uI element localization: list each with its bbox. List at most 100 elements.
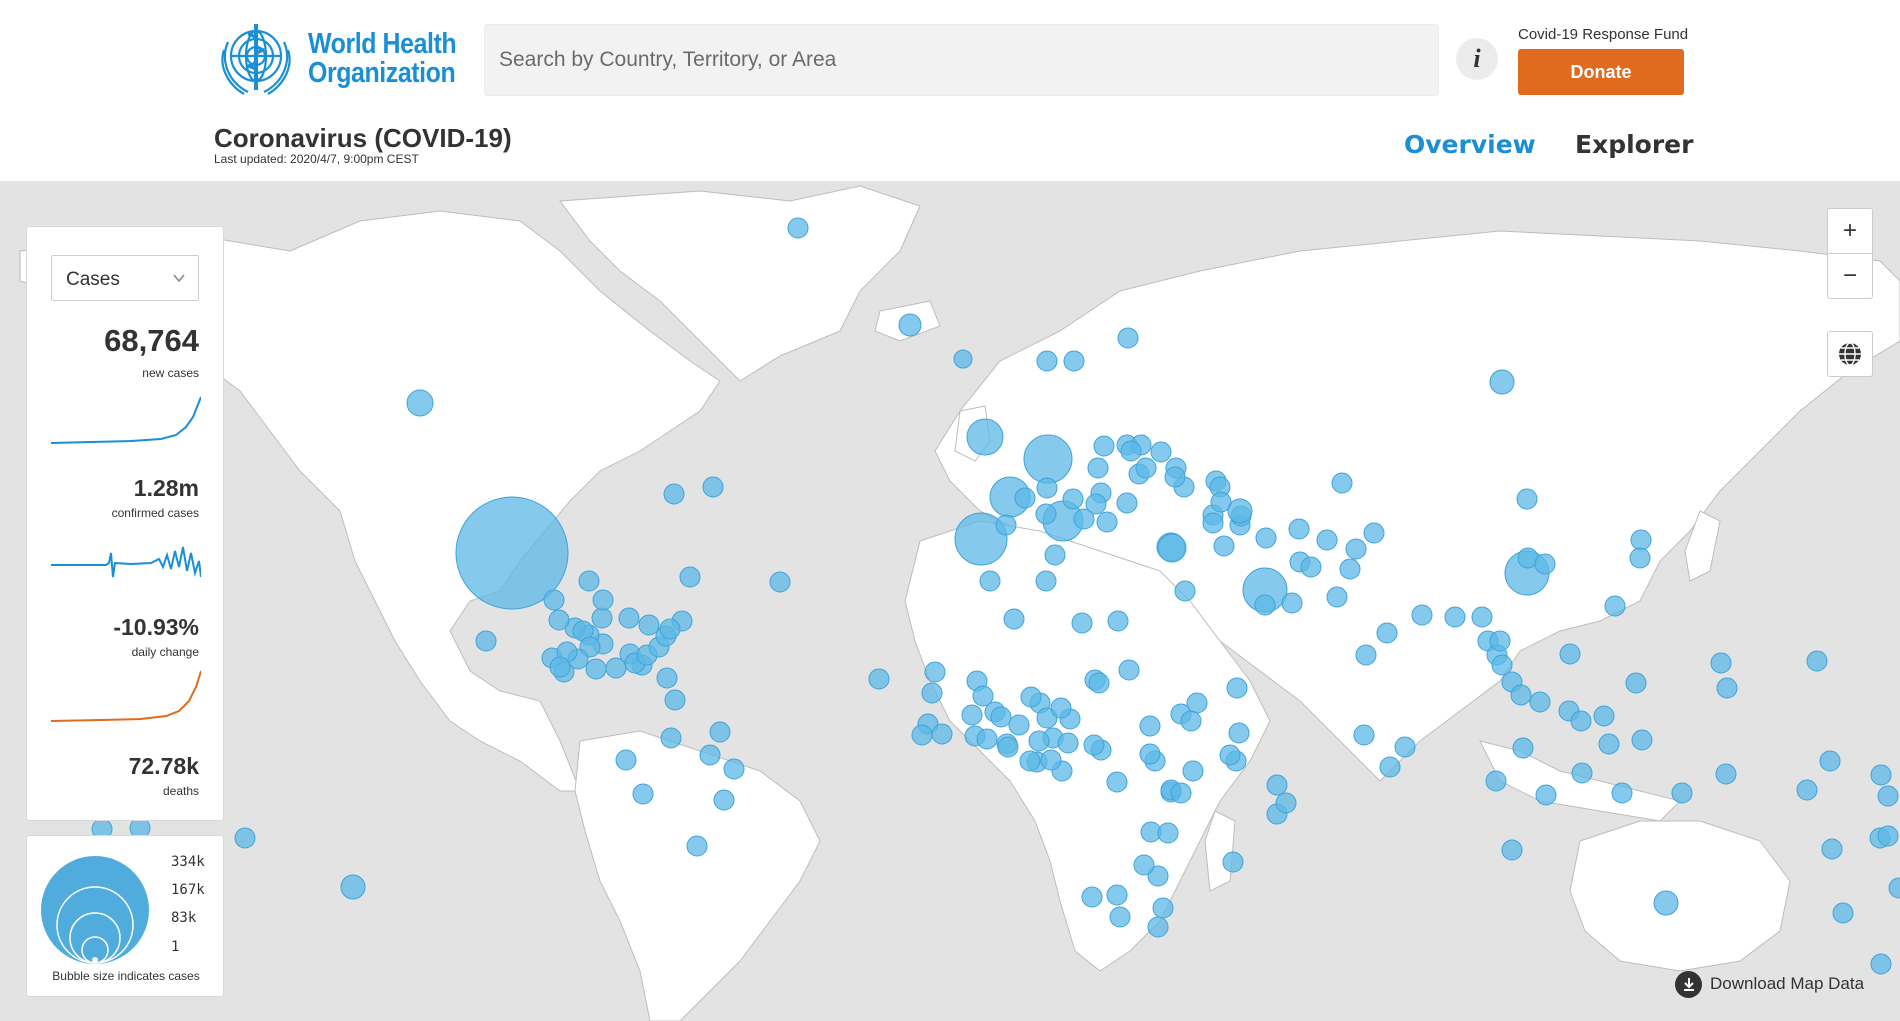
country-bubble[interactable] (1035, 503, 1057, 525)
country-bubble[interactable] (1186, 692, 1208, 714)
zoom-out-button[interactable]: − (1827, 253, 1873, 299)
country-bubble[interactable] (1529, 691, 1551, 713)
country-bubble[interactable] (1118, 659, 1140, 681)
country-bubble[interactable] (1180, 710, 1202, 732)
country-bubble[interactable] (1300, 556, 1322, 578)
info-button[interactable]: i (1456, 38, 1498, 80)
country-bubble[interactable] (1228, 722, 1250, 744)
country-bubble[interactable] (723, 758, 745, 780)
zoom-in-button[interactable]: + (1827, 208, 1873, 254)
country-bubble[interactable] (1170, 782, 1192, 804)
country-bubble[interactable] (686, 835, 708, 857)
country-bubble[interactable] (1019, 750, 1041, 772)
country-bubble[interactable] (1073, 508, 1095, 530)
country-bubble[interactable] (1570, 710, 1592, 732)
country-bubble[interactable] (1213, 535, 1235, 557)
country-bubble[interactable] (1036, 350, 1058, 372)
country-bubble[interactable] (585, 658, 607, 680)
country-bubble[interactable] (979, 570, 1001, 592)
country-bubble[interactable] (702, 476, 724, 498)
country-bubble[interactable] (1796, 779, 1818, 801)
world-map[interactable] (0, 181, 1900, 1021)
country-bubble[interactable] (787, 217, 809, 239)
country-bubble[interactable] (931, 723, 953, 745)
country-bubble[interactable] (1028, 730, 1050, 752)
country-bubble[interactable] (1050, 697, 1072, 719)
country-bubble[interactable] (549, 656, 571, 678)
country-bubble[interactable] (659, 618, 681, 640)
country-bubble[interactable] (1489, 369, 1515, 395)
country-bubble[interactable] (1534, 553, 1556, 575)
country-bubble[interactable] (1020, 686, 1042, 708)
country-bubble[interactable] (1023, 434, 1073, 484)
country-bubble[interactable] (1877, 825, 1899, 847)
country-bubble[interactable] (1877, 785, 1899, 807)
country-bubble[interactable] (1331, 472, 1353, 494)
search-input[interactable] (484, 24, 1439, 96)
country-bubble[interactable] (1227, 498, 1253, 524)
country-bubble[interactable] (1096, 511, 1118, 533)
country-bubble[interactable] (234, 827, 256, 849)
country-bubble[interactable] (1182, 760, 1204, 782)
country-bubble[interactable] (1174, 580, 1196, 602)
country-bubble[interactable] (1376, 622, 1398, 644)
country-bubble[interactable] (1093, 435, 1115, 457)
country-bubble[interactable] (1083, 734, 1105, 756)
country-bubble[interactable] (1008, 714, 1030, 736)
country-bubble[interactable] (1150, 441, 1172, 463)
country-bubble[interactable] (1135, 457, 1157, 479)
country-bubble[interactable] (406, 389, 434, 417)
country-bubble[interactable] (1120, 440, 1142, 462)
country-bubble[interactable] (1345, 538, 1367, 560)
country-bubble[interactable] (1063, 350, 1085, 372)
country-bubble[interactable] (1107, 610, 1129, 632)
country-bubble[interactable] (1501, 839, 1523, 861)
country-bubble[interactable] (1106, 884, 1128, 906)
country-bubble[interactable] (966, 418, 1004, 456)
country-bubble[interactable] (1152, 897, 1174, 919)
country-bubble[interactable] (1139, 743, 1161, 765)
country-bubble[interactable] (1363, 522, 1385, 544)
country-bubble[interactable] (591, 607, 613, 629)
country-bubble[interactable] (1044, 544, 1066, 566)
country-bubble[interactable] (1598, 733, 1620, 755)
country-bubble[interactable] (1806, 650, 1828, 672)
country-bubble[interactable] (1040, 749, 1062, 771)
country-bubble[interactable] (615, 749, 637, 771)
country-bubble[interactable] (1106, 771, 1128, 793)
country-bubble[interactable] (1266, 774, 1288, 796)
country-bubble[interactable] (1715, 763, 1737, 785)
country-bubble[interactable] (1147, 916, 1169, 938)
country-bubble[interactable] (1226, 677, 1248, 699)
country-bubble[interactable] (605, 657, 627, 679)
metric-dropdown[interactable]: Cases (51, 255, 199, 301)
country-bubble[interactable] (1394, 736, 1416, 758)
country-bubble[interactable] (1485, 770, 1507, 792)
who-logo[interactable]: World Health Organization (214, 20, 464, 98)
country-bubble[interactable] (995, 514, 1017, 536)
globe-view-button[interactable] (1827, 331, 1873, 377)
country-bubble[interactable] (1117, 327, 1139, 349)
country-bubble[interactable] (1355, 644, 1377, 666)
country-bubble[interactable] (340, 874, 366, 900)
country-bubble[interactable] (1870, 764, 1892, 786)
country-bubble[interactable] (1353, 724, 1375, 746)
country-bubble[interactable] (1832, 902, 1854, 924)
country-bubble[interactable] (1870, 953, 1892, 975)
country-bubble[interactable] (924, 661, 946, 683)
country-bubble[interactable] (1035, 570, 1057, 592)
country-bubble[interactable] (699, 744, 721, 766)
country-bubble[interactable] (548, 609, 570, 631)
country-bubble[interactable] (1062, 488, 1084, 510)
country-bubble[interactable] (1512, 737, 1534, 759)
country-bubble[interactable] (656, 667, 678, 689)
country-bubble[interactable] (769, 571, 791, 593)
country-bubble[interactable] (709, 721, 731, 743)
donate-button[interactable]: Donate (1518, 49, 1684, 95)
country-bubble[interactable] (921, 682, 943, 704)
country-bubble[interactable] (961, 704, 983, 726)
country-bubble[interactable] (1116, 492, 1138, 514)
country-bubble[interactable] (1316, 529, 1338, 551)
country-bubble[interactable] (578, 570, 600, 592)
country-bubble[interactable] (953, 349, 973, 369)
